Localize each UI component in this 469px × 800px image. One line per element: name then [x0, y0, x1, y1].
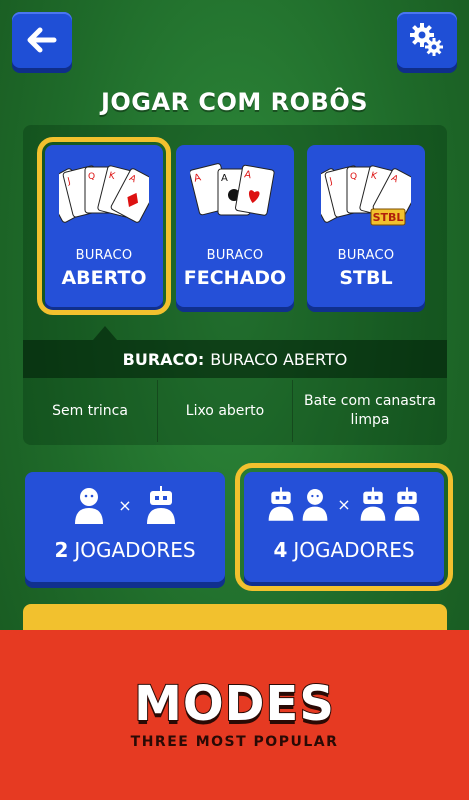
promo-banner: MODES THREE MOST POPULAR — [0, 630, 469, 800]
four-players-button[interactable]: × 4 JOGADORES — [235, 463, 453, 591]
svg-text:A: A — [221, 173, 228, 184]
robot-icon — [394, 487, 420, 521]
mode-small-label: BURACO — [75, 248, 133, 263]
stbl-badge: STBL — [373, 211, 404, 224]
description-text: BURACO ABERTO — [210, 349, 348, 369]
human-icon — [75, 488, 104, 524]
mode-card-fechado[interactable]: A A A BURACO FECHADO — [176, 145, 294, 307]
back-button[interactable] — [12, 12, 72, 68]
banner-subtitle: THREE MOST POPULAR — [130, 734, 339, 750]
mode-big-label: FECHADO — [183, 267, 287, 289]
arrow-left-icon — [27, 27, 57, 53]
robot-icon — [360, 487, 386, 521]
player-label: 2 JOGADORES — [54, 538, 196, 562]
svg-text:Q: Q — [88, 172, 95, 182]
gears-icon — [410, 23, 443, 56]
mode-card-stbl[interactable]: 10 J Q K A STBL BURACO STBL — [307, 145, 425, 307]
mode-card-aberto[interactable]: 10 J Q K A BURACO ABERTO — [37, 137, 171, 315]
mode-description: BURACO: BURACO ABERTO — [23, 340, 447, 378]
mode-small-label: BURACO — [337, 248, 395, 263]
settings-button[interactable] — [397, 12, 457, 68]
robot-icon — [146, 486, 175, 524]
mode-big-label: ABERTO — [61, 267, 147, 289]
versus-icon: × — [118, 495, 132, 515]
description-prefix: BURACO: — [122, 349, 205, 369]
rule-item: Bate com canastra limpa — [304, 393, 436, 428]
selection-pointer — [93, 326, 117, 340]
rule-item: Lixo aberto — [158, 380, 293, 442]
page-title: JOGAR COM ROBÔS — [100, 88, 369, 116]
human-icon — [302, 489, 328, 521]
rule-item: Sem trinca — [23, 380, 158, 442]
cards-fan-icon: 10 J Q K A — [45, 159, 163, 239]
mode-big-label: STBL — [339, 267, 393, 289]
svg-text:Q: Q — [350, 172, 357, 182]
versus-icon: × — [337, 494, 351, 514]
two-players-button[interactable]: × 2 JOGADORES — [25, 472, 225, 582]
rules-row: Sem trinca Lixo aberto Bate com canastra… — [23, 380, 447, 442]
cards-aces-icon: A A A — [176, 159, 294, 239]
banner-headline: MODES — [133, 675, 335, 733]
mode-small-label: BURACO — [206, 248, 264, 263]
robot-icon — [268, 487, 294, 521]
player-label: 4 JOGADORES — [273, 538, 415, 562]
cards-fan-stbl-icon: 10 J Q K A STBL — [307, 159, 425, 239]
